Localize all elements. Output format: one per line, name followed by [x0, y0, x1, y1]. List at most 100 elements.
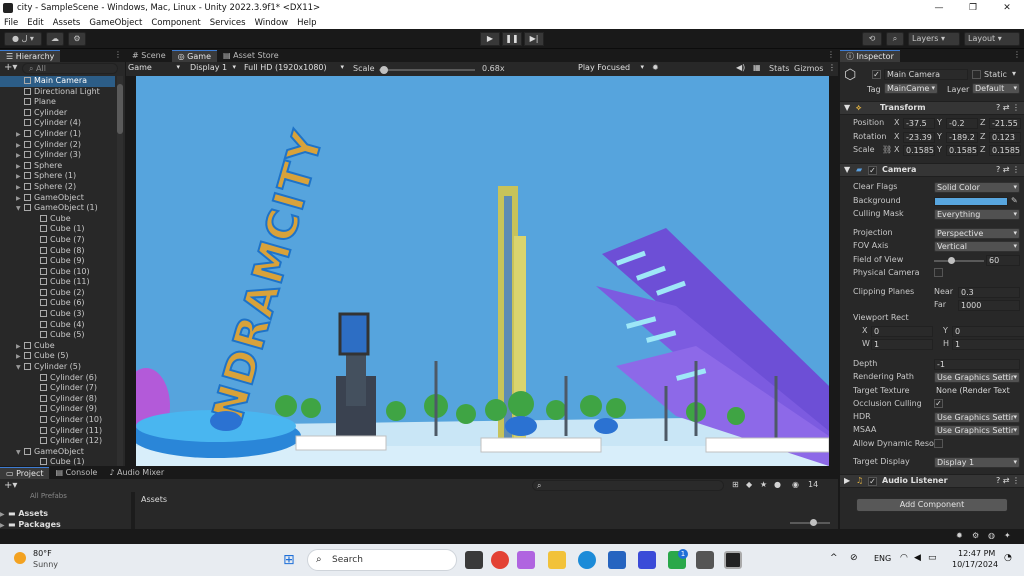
hierarchy-item[interactable]: Plane [0, 97, 115, 108]
near-clip-field[interactable]: 0.3 [958, 287, 1020, 298]
active-checkbox[interactable]: ✓ [872, 70, 881, 79]
tab-audio-mixer[interactable]: ♪ Audio Mixer [103, 467, 170, 479]
link-icon[interactable]: ⛓ [882, 144, 892, 156]
tab-scene[interactable]: # Scene [126, 50, 172, 62]
stats-button[interactable]: Stats [769, 64, 789, 73]
project-search-input[interactable]: ⌕ [532, 480, 724, 491]
hierarchy-item[interactable]: ▶ Cube (5) [0, 351, 115, 362]
task-view-icon[interactable] [465, 551, 483, 569]
component-menu-icon[interactable]: ? ⇄ ⋮ [996, 102, 1020, 114]
hierarchy-item[interactable]: Cube [0, 214, 115, 225]
add-icon[interactable]: +▾ [4, 480, 17, 491]
hierarchy-item[interactable]: Cube (11) [0, 277, 115, 288]
warning-icon[interactable]: ✦ [1004, 531, 1011, 540]
star-icon[interactable]: ★ [760, 480, 767, 489]
camera-enabled-checkbox[interactable]: ✓ [868, 166, 877, 175]
menu-item-help[interactable]: Help [297, 18, 316, 28]
hierarchy-search-input[interactable]: ⌕ All [22, 63, 118, 74]
add-icon[interactable]: +▾ [4, 62, 17, 73]
label-icon[interactable]: ◆ [746, 480, 752, 489]
play-focused-dropdown[interactable]: Play Focused [576, 63, 646, 74]
camera-depth-field[interactable]: -1 [934, 359, 1020, 370]
edge-icon[interactable] [578, 551, 596, 569]
hierarchy-item[interactable]: ▼ GameObject [0, 447, 115, 458]
hierarchy-item[interactable]: Cube (4) [0, 320, 115, 331]
chrome-icon[interactable] [491, 551, 509, 569]
store-icon[interactable] [608, 551, 626, 569]
transform-position-z-field[interactable]: -21.55 [989, 118, 1021, 129]
camera-clear-flags-dropdown[interactable]: Solid Color [934, 182, 1020, 193]
hierarchy-item[interactable]: ▶ Cube [0, 341, 115, 352]
cache-icon[interactable]: ◍ [988, 531, 995, 540]
transform-position-y-field[interactable]: -0.2 [946, 118, 978, 129]
services-gear-icon[interactable]: ⚙ [68, 32, 86, 46]
search-icon[interactable]: ⌕ [886, 32, 904, 46]
unity-editor-icon[interactable] [724, 551, 742, 569]
filter-icon[interactable]: ⊞ [732, 480, 739, 489]
target-texture-field[interactable]: None (Render Text [934, 386, 1020, 397]
app-icon[interactable] [638, 551, 656, 569]
resolution-dropdown[interactable]: Full HD (1920x1080) [242, 63, 346, 74]
menu-item-gameobject[interactable]: GameObject [89, 18, 142, 28]
play-button[interactable]: ▶ [480, 32, 500, 46]
viewport-y-field[interactable]: 0 [952, 326, 1024, 337]
tab-console[interactable]: ▤ Console [49, 467, 103, 479]
taskbar-search-input[interactable]: ⌕ Search [307, 549, 457, 571]
transform-rotation-y-field[interactable]: -189.2 [946, 131, 978, 143]
viewport-x-field[interactable]: 0 [871, 326, 933, 337]
hierarchy-item[interactable]: ▶ Sphere (2) [0, 182, 115, 193]
step-button[interactable]: ▶| [524, 32, 544, 46]
cloud-icon[interactable]: ☁ [46, 32, 64, 46]
hierarchy-item[interactable]: Cube (10) [0, 267, 115, 278]
layers-dropdown[interactable]: Layers ▾ [908, 32, 960, 46]
debug-icon[interactable]: ✹ [956, 531, 963, 540]
viewport-w-field[interactable]: 1 [871, 339, 933, 350]
hierarchy-item[interactable]: Cube (2) [0, 288, 115, 299]
unity-hub-icon[interactable] [696, 551, 714, 569]
camera-msaa-dropdown[interactable]: Use Graphics Settir [934, 425, 1020, 436]
more-icon[interactable]: ⋮ [828, 63, 836, 72]
language-indicator[interactable]: ENG [874, 554, 891, 563]
hierarchy-item[interactable]: ▼ GameObject (1) [0, 203, 115, 214]
maximize-button[interactable]: ❐ [956, 0, 990, 16]
lock-icon[interactable]: ● [774, 480, 781, 489]
fov-slider[interactable] [934, 257, 984, 264]
hierarchy-item[interactable]: Cylinder (4) [0, 118, 115, 129]
weather-desc[interactable]: Sunny [33, 560, 58, 569]
hierarchy-item[interactable]: ▶ Cylinder (1) [0, 129, 115, 140]
hierarchy-item[interactable]: ▶ Cylinder (2) [0, 140, 115, 151]
camera-culling-mask-dropdown[interactable]: Everything [934, 209, 1020, 220]
more-icon[interactable]: ⋮ [827, 50, 835, 59]
hierarchy-item[interactable]: Cube (1) [0, 224, 115, 235]
hierarchy-item[interactable]: Cube (5) [0, 330, 115, 341]
transform-rotation-z-field[interactable]: 0.123 [989, 131, 1021, 143]
menu-item-assets[interactable]: Assets [53, 18, 81, 28]
layout-dropdown[interactable]: Layout ▾ [964, 32, 1020, 46]
tab-game[interactable]: ◎ Game [171, 50, 217, 62]
menu-item-edit[interactable]: Edit [27, 18, 43, 28]
hierarchy-item[interactable]: Cylinder (12) [0, 436, 115, 447]
eye-icon[interactable]: ◉ [792, 480, 799, 489]
hierarchy-item[interactable]: ▶ Sphere [0, 161, 115, 172]
tray-chevron-icon[interactable]: ^ [830, 553, 838, 563]
fov-field[interactable]: 60 [986, 255, 1020, 266]
scale-slider[interactable] [379, 66, 475, 74]
grid-icon[interactable]: ▦ [753, 63, 761, 72]
audio-listener-checkbox[interactable]: ✓ [868, 477, 877, 486]
gizmos-button[interactable]: Gizmos [794, 64, 823, 73]
game-render[interactable]: NDRAMCITY [136, 76, 829, 466]
project-tree[interactable]: ▶ ▬ Assets ▶ ▬ Packages [0, 509, 130, 530]
tab-project[interactable]: ▭ Project [0, 467, 50, 479]
more-icon[interactable]: ⋮ [114, 50, 122, 59]
hierarchy-item[interactable]: Cylinder (6) [0, 373, 115, 384]
tab-asset-store[interactable]: ▤ Asset Store [217, 50, 285, 62]
hierarchy-item[interactable]: Cube (7) [0, 235, 115, 246]
windows-start-icon[interactable]: ⊞ [283, 552, 299, 568]
network-icon[interactable]: ⊘ [850, 553, 858, 563]
camera-dynamic-res-checkbox[interactable] [934, 439, 943, 448]
hierarchy-item[interactable]: Cylinder (10) [0, 415, 115, 426]
object-name-field[interactable]: Main Camera [884, 69, 968, 80]
viewport-h-field[interactable]: 1 [952, 339, 1024, 350]
camera-physical-checkbox[interactable] [934, 268, 943, 277]
volume-icon[interactable]: ◀ [914, 553, 921, 563]
